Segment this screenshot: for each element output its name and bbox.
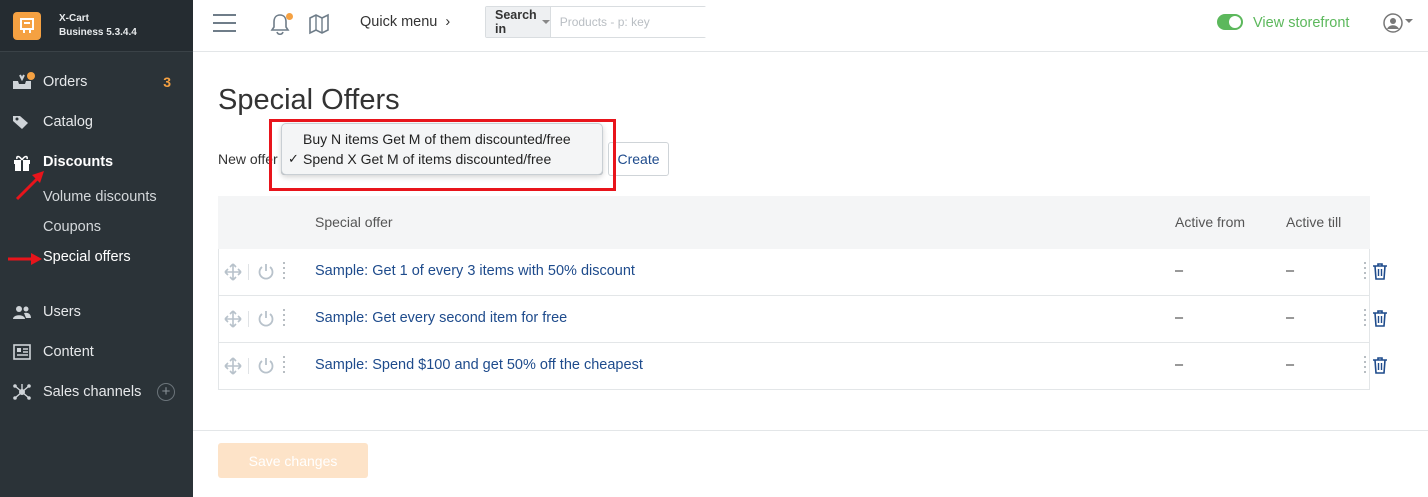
hamburger-menu-icon[interactable] — [213, 14, 236, 32]
column-header-active-till: Active till — [1286, 214, 1342, 230]
create-button[interactable]: Create — [608, 142, 669, 176]
trash-icon[interactable] — [1372, 262, 1388, 284]
quick-menu-link[interactable]: Quick menu › — [360, 14, 450, 30]
search-input[interactable] — [550, 7, 715, 37]
brand-edition: Business 5.3.4.4 — [59, 26, 137, 38]
caret-down-icon — [1405, 19, 1413, 23]
more-options-icon[interactable] — [283, 309, 285, 329]
notification-dot — [286, 13, 293, 20]
main-content: Special Offers New offer Create Buy N it… — [193, 53, 1428, 497]
divider — [248, 264, 249, 280]
annotation-arrow-icon — [15, 171, 44, 201]
more-options-icon[interactable] — [283, 356, 285, 376]
top-bar: Quick menu › Search in View storefront — [193, 0, 1428, 52]
content-icon — [12, 343, 34, 361]
active-from-value: – — [1175, 310, 1184, 326]
sidebar-item-users[interactable]: Users — [0, 292, 193, 332]
power-toggle-icon[interactable] — [258, 263, 274, 285]
sidebar-item-content[interactable]: Content — [0, 332, 193, 372]
view-storefront-link[interactable]: View storefront — [1253, 15, 1349, 31]
brand-name: X-Cart — [59, 12, 90, 24]
sidebar-item-orders[interactable]: Orders 3 — [0, 62, 193, 102]
column-header-active-from: Active from — [1175, 214, 1246, 230]
sidebar-nav: Orders 3 Catalog Discounts Volume discou… — [0, 62, 193, 412]
table-header: Special offer Active from Active till — [218, 196, 1370, 249]
annotation-arrow-icon — [8, 253, 42, 265]
save-changes-button[interactable]: Save changes — [218, 443, 368, 478]
active-till-value: – — [1286, 310, 1295, 326]
more-options-icon[interactable] — [1364, 356, 1366, 376]
sidebar: X-Cart Business 5.3.4.4 Orders 3 Catalog… — [0, 0, 193, 497]
active-till-value: – — [1286, 263, 1295, 279]
storefront-map-icon[interactable] — [308, 12, 330, 41]
active-from-value: – — [1175, 357, 1184, 373]
more-options-icon[interactable] — [283, 262, 285, 282]
search-in-label: Search in — [495, 8, 537, 36]
users-icon — [12, 303, 34, 321]
table-row: Sample: Get 1 of every 3 items with 50% … — [218, 249, 1387, 296]
search-box: Search in — [485, 6, 715, 38]
sidebar-item-label: Sales channels — [43, 384, 142, 400]
quick-menu-label: Quick menu — [360, 14, 438, 30]
more-options-icon[interactable] — [1364, 262, 1366, 282]
orders-count-badge: 3 — [163, 74, 171, 90]
divider — [193, 430, 1428, 431]
divider — [248, 311, 249, 327]
annotation-highlight-box — [269, 119, 616, 191]
xcart-logo-icon[interactable] — [13, 11, 41, 40]
search-in-dropdown[interactable]: Search in — [486, 7, 551, 37]
brand-text: X-Cart Business 5.3.4.4 — [59, 12, 137, 40]
active-till-value: – — [1286, 357, 1295, 373]
offer-link[interactable]: Sample: Get 1 of every 3 items with 50% … — [315, 263, 635, 279]
caret-down-icon — [541, 20, 550, 24]
trash-icon[interactable] — [1372, 309, 1388, 331]
tag-icon — [12, 113, 34, 131]
sidebar-item-catalog[interactable]: Catalog — [0, 102, 193, 142]
drag-handle-icon[interactable] — [224, 263, 242, 285]
drag-handle-icon[interactable] — [224, 357, 242, 379]
power-toggle-icon[interactable] — [258, 310, 274, 332]
add-channel-icon[interactable]: + — [157, 383, 175, 401]
notification-dot — [27, 72, 35, 80]
storefront-toggle[interactable] — [1217, 14, 1243, 30]
divider — [248, 358, 249, 374]
sidebar-item-label: Users — [43, 304, 81, 320]
sidebar-item-label: Catalog — [43, 114, 93, 130]
chevron-right-icon: › — [445, 14, 451, 30]
more-options-icon[interactable] — [1364, 309, 1366, 329]
sidebar-item-sales-channels[interactable]: Sales channels + — [0, 372, 193, 412]
sidebar-item-label: Discounts — [43, 154, 114, 170]
column-header-offer: Special offer — [315, 214, 393, 230]
user-avatar-icon[interactable] — [1383, 13, 1403, 38]
offer-link[interactable]: Sample: Spend $100 and get 50% off the c… — [315, 357, 643, 373]
network-icon — [12, 383, 34, 401]
drag-handle-icon[interactable] — [224, 310, 242, 332]
sidebar-subitem-coupons[interactable]: Coupons — [0, 212, 193, 242]
offer-link[interactable]: Sample: Get every second item for free — [315, 310, 567, 326]
power-toggle-icon[interactable] — [258, 357, 274, 379]
trash-icon[interactable] — [1372, 356, 1388, 378]
page-title: Special Offers — [218, 84, 400, 116]
special-offers-table: Special offer Active from Active till Sa… — [218, 196, 1387, 390]
active-from-value: – — [1175, 263, 1184, 279]
sidebar-item-label: Orders — [43, 74, 88, 90]
sidebar-item-label: Content — [43, 344, 94, 360]
table-row: Sample: Get every second item for free –… — [218, 296, 1387, 343]
table-row: Sample: Spend $100 and get 50% off the c… — [218, 343, 1387, 390]
brand-header: X-Cart Business 5.3.4.4 — [0, 0, 193, 52]
